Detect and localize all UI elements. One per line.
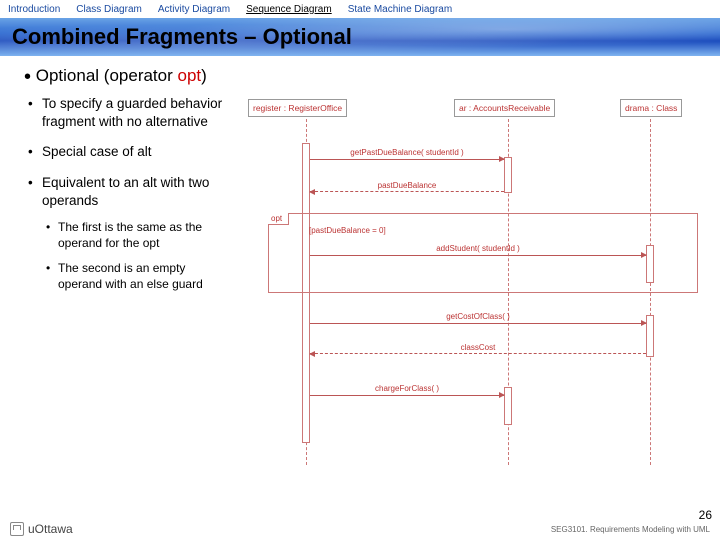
page-number: 26 <box>699 508 712 522</box>
uottawa-icon <box>10 522 24 536</box>
activation-bar <box>302 143 310 443</box>
activation-bar <box>646 245 654 283</box>
bullet2-item: Special case of alt <box>42 143 228 161</box>
opt-fragment: opt [pastDueBalance = 0] <box>268 213 698 293</box>
message-label: chargeForClass( ) <box>375 384 439 393</box>
tab-state-machine-diagram[interactable]: State Machine Diagram <box>340 4 461 15</box>
tab-sequence-diagram[interactable]: Sequence Diagram <box>238 4 340 15</box>
bullet1-operator: opt <box>178 66 202 85</box>
bullet1-text-pre: Optional (operator <box>36 66 178 85</box>
message-arrow: getPastDueBalance( studentId ) <box>310 159 504 160</box>
return-label: pastDueBalance <box>378 181 437 190</box>
footer: uOttawa SEG3101. Requirements Modeling w… <box>0 522 720 536</box>
lifeline-drama-class: drama : Class <box>620 99 682 117</box>
tab-bar: Introduction Class Diagram Activity Diag… <box>0 0 720 18</box>
activation-bar <box>646 315 654 357</box>
bullet2-text: Equivalent to an alt with two operands <box>42 175 209 208</box>
bullet-level1: • Optional (operator opt) <box>24 66 708 89</box>
opt-guard: [pastDueBalance = 0] <box>309 226 386 235</box>
message-label: addStudent( studentId ) <box>436 244 520 253</box>
bullet2-item: To specify a guarded behavior fragment w… <box>42 95 228 131</box>
activation-bar <box>504 387 512 425</box>
text-column: To specify a guarded behavior fragment w… <box>24 95 234 465</box>
title-banner: Combined Fragments – Optional <box>0 18 720 56</box>
message-arrow: getCostOfClass( ) <box>310 323 646 324</box>
message-arrow: addStudent( studentId ) <box>310 255 646 256</box>
slide-title: Combined Fragments – Optional <box>12 24 352 50</box>
message-label: getCostOfClass( ) <box>446 312 510 321</box>
bullet3-item: The second is an empty operand with an e… <box>58 261 228 292</box>
university-name: uOttawa <box>28 522 73 536</box>
sequence-diagram: register : RegisterOffice ar : AccountsR… <box>234 95 708 465</box>
course-code: SEG3101. Requirements Modeling with UML <box>551 525 710 534</box>
bullet2-item: Equivalent to an alt with two operands T… <box>42 174 228 293</box>
tab-introduction[interactable]: Introduction <box>0 4 68 15</box>
message-arrow: chargeForClass( ) <box>310 395 504 396</box>
tab-class-diagram[interactable]: Class Diagram <box>68 4 150 15</box>
tab-activity-diagram[interactable]: Activity Diagram <box>150 4 238 15</box>
activation-bar <box>504 157 512 193</box>
return-arrow: pastDueBalance <box>310 191 504 192</box>
opt-operator-label: opt <box>268 213 289 225</box>
message-label: getPastDueBalance( studentId ) <box>350 148 463 157</box>
university-logo-block: uOttawa <box>10 522 73 536</box>
return-arrow: classCost <box>310 353 646 354</box>
lifeline-register: register : RegisterOffice <box>248 99 347 117</box>
lifeline-accounts-receivable: ar : AccountsReceivable <box>454 99 555 117</box>
return-label: classCost <box>461 343 496 352</box>
bullet3-item: The first is the same as the operand for… <box>58 220 228 251</box>
bullet1-text-post: ) <box>201 66 207 85</box>
